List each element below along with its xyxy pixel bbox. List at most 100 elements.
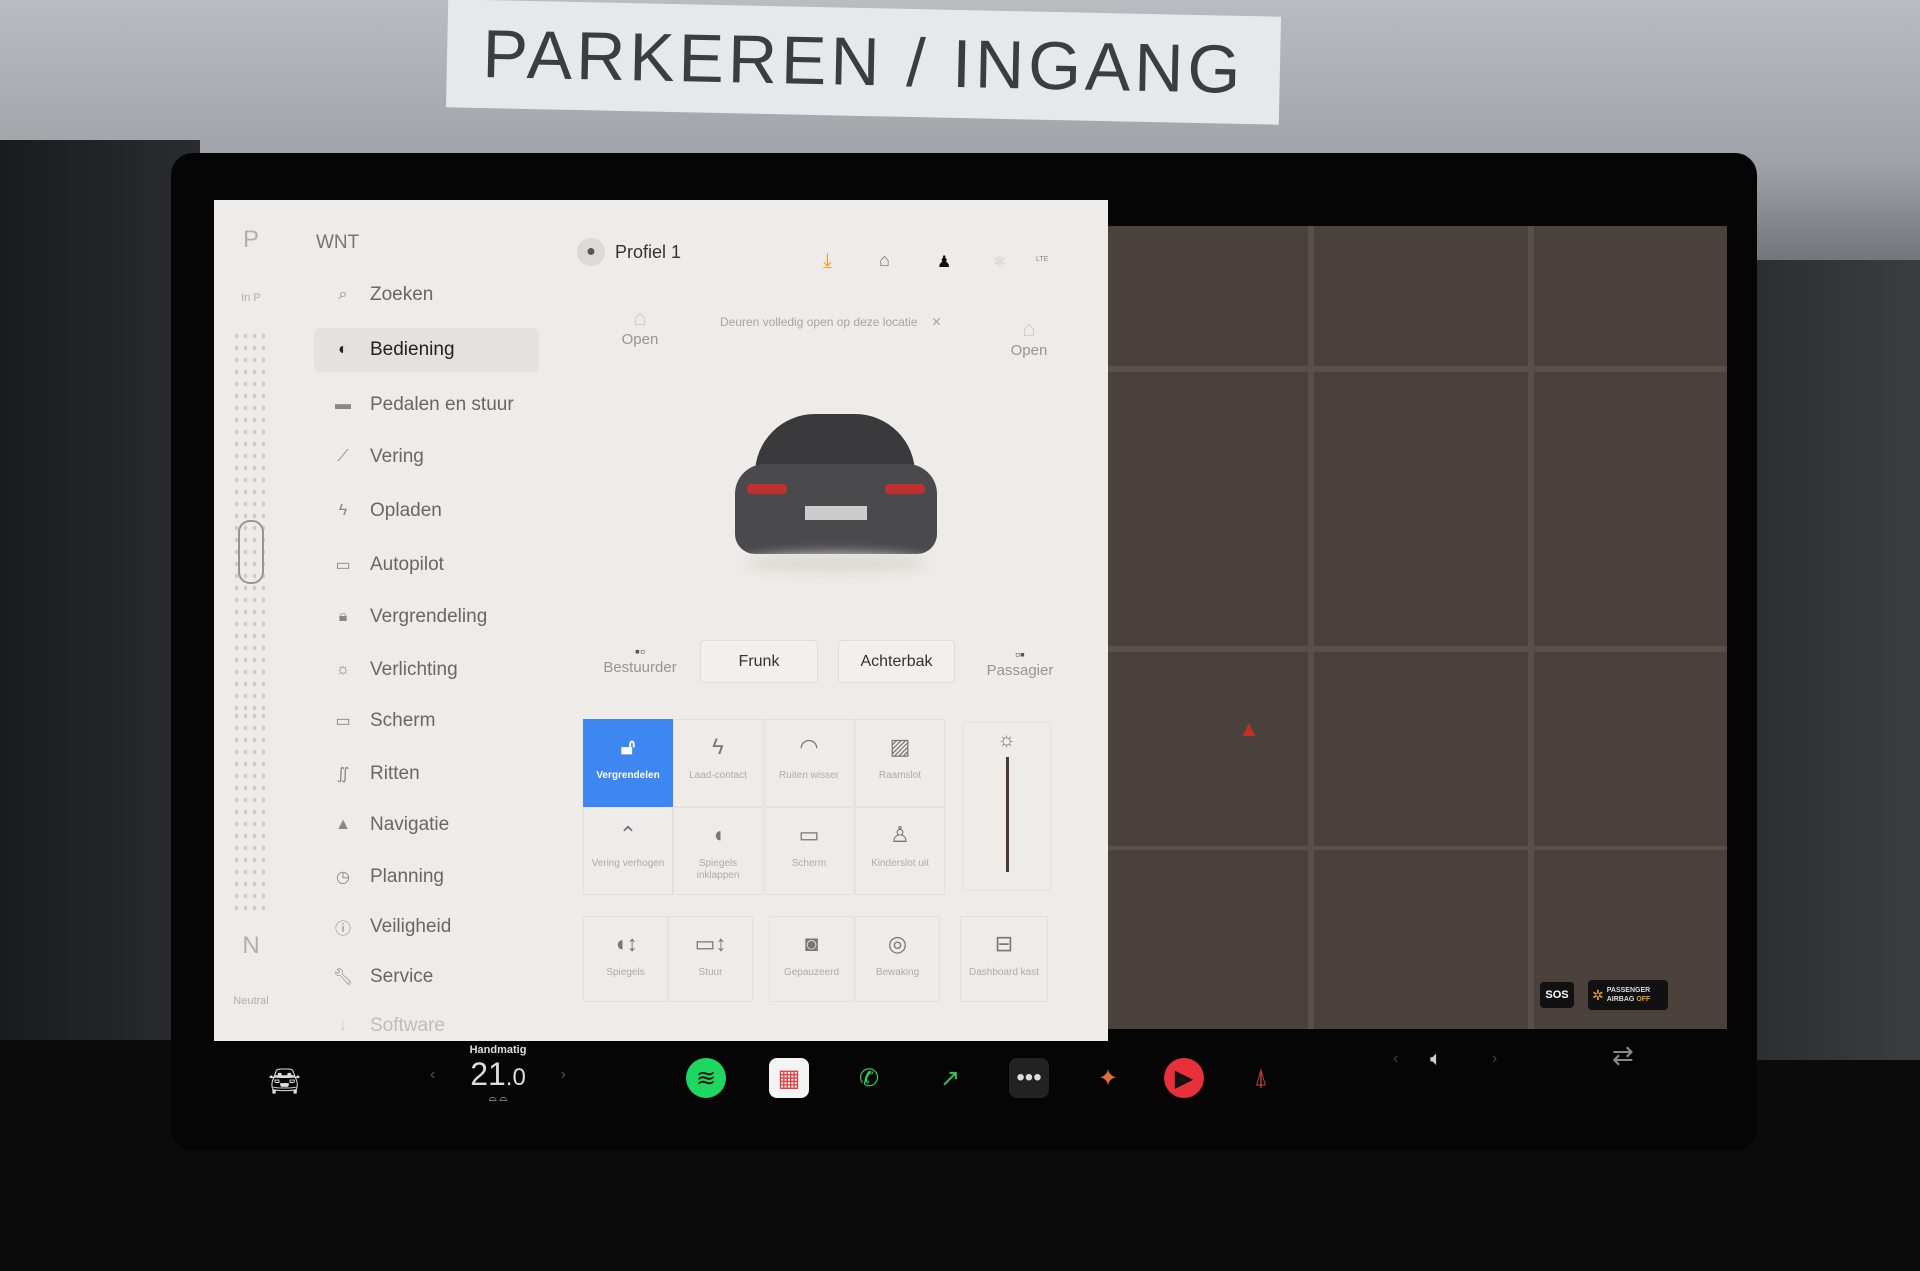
trunk-button[interactable]: Achterbak [838,640,955,683]
car-icon: ▬ [335,396,351,413]
sidebar-item-vering[interactable]: ⟋ Vering [314,435,539,479]
sidebar-item-autopilot[interactable]: ▭ Autopilot [314,543,539,587]
sidebar-item-pedalen-en-stuur[interactable]: ▬ Pedalen en stuur [314,383,539,427]
control-dashboard-kast[interactable]: ⊟ Dashboard kast [960,916,1048,1002]
brightness-slider[interactable]: ☼ [962,722,1051,891]
control-raamslot[interactable]: ▨ Raamslot [855,719,945,807]
control-bewaking[interactable]: ◎ Bewaking [855,916,940,1002]
sidebar-item-ritten[interactable]: ∬ Ritten [314,752,539,796]
unlock-icon: 🔓︎ [620,734,636,759]
more-app-button[interactable]: ••• [1009,1058,1049,1098]
profile-name: Profiel 1 [615,241,682,262]
close-icon[interactable]: ✕ [931,315,941,329]
control-label: Vering verhogen [591,858,665,869]
sidebar-item-label: Verlichting [370,659,458,680]
door-icon: ⌂ [633,305,647,330]
sidebar-item-scherm[interactable]: ▭ Scherm [314,699,539,743]
sidebar-item-navigatie[interactable]: ▲ Navigatie [314,803,539,847]
brightness-fill [1006,757,1009,872]
profile-button[interactable]: ● Profiel 1 [577,238,681,266]
climate-control[interactable]: Handmatig ‹ 21.0 › ⌓ ⌓ [430,1044,566,1104]
sentry-icon: ◎ [887,931,908,956]
alert-icon: ⓘ [334,921,351,938]
control-kinderslot-uit[interactable]: ♙ Kinderslot uit [855,807,945,895]
temperature-decimal: .0 [505,1064,526,1091]
car-topview-icon [238,520,264,584]
open-left-door-button[interactable]: ⌂ Open [610,305,670,348]
control-vering-verhogen[interactable]: ⌃ Vering verhogen [583,807,673,895]
calendar-icon: ▦ [777,1064,801,1092]
sidebar-item-veiligheid[interactable]: ⓘ Veiligheid [314,905,539,949]
map-view[interactable]: ▲ SOS ✲ PASSENGER AIRBAG OFF [1108,226,1727,1029]
temp-down-button[interactable]: ‹ [430,1066,435,1084]
sidebar-item-label: Autopilot [370,554,444,575]
sidebar-item-bediening[interactable]: ◐ Bediening [314,328,539,372]
volume-prev-button[interactable]: ‹ [1393,1050,1398,1068]
driver-window-button[interactable]: ▪▫ Bestuurder [590,643,690,676]
control-label: Spiegels [606,967,645,978]
calendar-app-button[interactable]: ▦ [769,1058,809,1098]
sidebar-item-label: Software [370,1015,445,1036]
joystick-app-button[interactable]: ⍋ [1241,1058,1281,1098]
sidebar-item-vergrendeling[interactable]: 🔒︎ Vergrendeling [314,595,539,639]
sidebar-item-label: Scherm [370,710,436,731]
sidebar-item-zoeken[interactable]: ⌕ Zoeken [314,273,539,317]
passenger-label: Passagier [986,662,1054,679]
location-marker-icon: ▲ [1238,716,1260,741]
sidebar-item-opladen[interactable]: ϟ Opladen [314,489,539,533]
sidebar-item-label: Vergrendeling [370,606,488,627]
phone-icon: ✆ [858,1064,880,1092]
control-vergrendelen[interactable]: 🔓︎ Vergrendelen [583,719,673,807]
sidebar-item-software[interactable]: ↓ Software [314,1004,539,1048]
gear-selector[interactable]: P In P N Neutral [226,210,276,1030]
garage-icon[interactable]: ⌂ [879,250,890,271]
media-app-button[interactable]: ▶ [1164,1058,1204,1098]
steering-icon: ▭ [335,557,351,574]
seat-heater-icons[interactable]: ⌓ ⌓ [430,1093,566,1104]
climate-mode: Handmatig [469,1044,527,1056]
control-spiegels-inklappen[interactable]: ◖ Spiegels inklappen [673,807,763,895]
download-icon[interactable]: ⤓ [823,250,832,273]
parking-sign: PARKEREN / INGANG [445,0,1282,125]
sidebar-item-label: Navigatie [370,814,450,835]
control-label: Vergrendelen [596,770,660,781]
swap-icon[interactable]: ⇄ [1612,1040,1634,1071]
control-scherm[interactable]: ▭ Scherm [764,807,854,895]
car-button[interactable]: 🚘︎ [268,1066,301,1097]
gear-bottom: N [242,932,260,959]
dashboard-right [1730,260,1920,1060]
control-ruiten-wisser[interactable]: ◠ Ruiten wisser [764,719,854,807]
control-stuur[interactable]: ▭↕ Stuur [668,916,753,1002]
volume-icon[interactable]: 🔈︎ [1430,1048,1442,1071]
mirror-fold-icon: ◖ [711,822,725,847]
sidebar-item-verlichting[interactable]: ☼ Verlichting [314,648,539,692]
bell-icon[interactable]: ♟ [937,252,951,272]
bluetooth-icon[interactable]: ✱ [993,252,1006,272]
spotify-icon: ≋ [695,1064,717,1092]
window-lock-icon: ▨ [889,734,911,759]
control-label: Gepauzeerd [783,967,840,978]
control-gepauzeerd[interactable]: ◙ Gepauzeerd [769,916,854,1002]
profile-icon: ● [577,238,605,266]
sidebar-item-service[interactable]: 🔧︎ Service [314,955,539,999]
sidebar-item-planning[interactable]: ◷ Planning [314,855,539,899]
phone-app-button[interactable]: ✆ [849,1058,889,1098]
toybox-app-button[interactable]: ✦ [1088,1058,1128,1098]
airbag-state: OFF [1636,996,1651,1003]
gear-bottom-label: Neutral [233,995,269,1007]
energy-app-button[interactable]: ↗ [930,1058,970,1098]
temp-up-button[interactable]: › [561,1066,566,1084]
mirror-adjust-icon: ◖↕ [613,931,638,956]
sun-icon: ☼ [997,729,1016,751]
spotify-app-button[interactable]: ≋ [686,1058,726,1098]
brightness-track[interactable] [1006,757,1009,872]
control-laad-contact[interactable]: ϟ Laad-contact [673,719,763,807]
open-right-door-button[interactable]: ⌂ Open [999,316,1059,359]
volume-next-button[interactable]: › [1492,1050,1497,1068]
clock-icon: ◷ [336,869,350,886]
control-spiegels[interactable]: ◖↕ Spiegels [583,916,668,1002]
sos-button[interactable]: SOS [1540,982,1574,1008]
passenger-window-button[interactable]: ▫▪ Passagier [970,646,1070,679]
screen-icon: ▭ [335,713,351,730]
frunk-button[interactable]: Frunk [700,640,818,683]
